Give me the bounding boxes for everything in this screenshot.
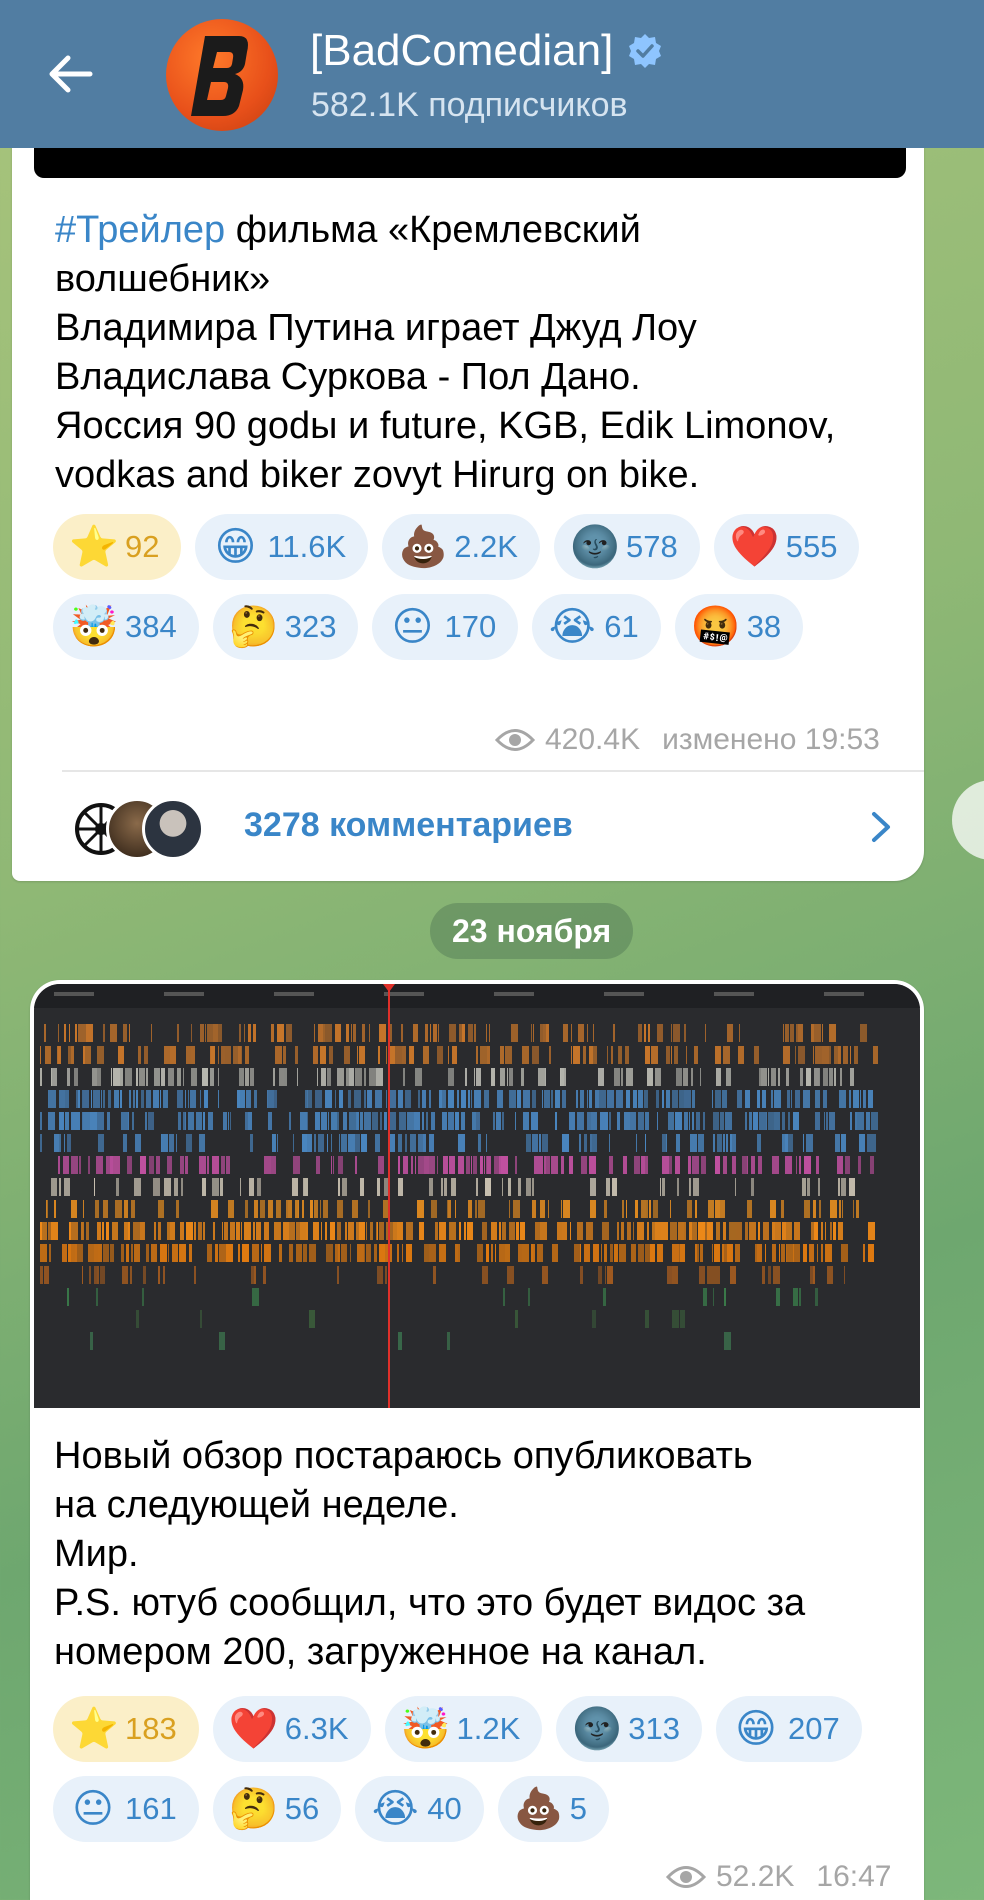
reaction-count: 1.2K [456,1711,521,1746]
reaction-chip[interactable]: 😐 161 [53,1776,199,1842]
reaction-emoji-icon: 😭 [548,605,596,649]
reaction-chip[interactable]: 😐 170 [372,594,519,660]
reaction-count: 313 [628,1711,681,1746]
reaction-count: 38 [746,609,782,644]
views-count: 52.2K [716,1860,795,1893]
comments-button[interactable]: 3278 комментариев [12,772,924,880]
reaction-emoji-icon: 💩 [513,1787,564,1831]
reaction-count: 6.3K [284,1711,349,1746]
reaction-count: 40 [427,1791,462,1826]
hashtag-link[interactable]: #Трейлер [55,209,225,251]
reaction-chip[interactable]: 😁 11.6K [195,514,369,580]
reaction-chip[interactable]: 🌚 313 [556,1696,703,1762]
reaction-chip[interactable]: 😁 207 [716,1696,862,1762]
reaction-chip[interactable]: 🤯 384 [53,594,199,660]
message-time: 16:47 [816,1860,892,1893]
subscriber-count: 582.1K подписчиков [311,86,628,124]
reaction-emoji-icon: 🤔 [228,605,279,649]
verified-badge-icon [629,34,662,68]
reaction-count: 323 [284,609,337,644]
commenter-avatars [70,798,204,860]
channel-title[interactable]: [BadComedian] [310,26,663,76]
reaction-chip[interactable]: ⭐ 92 [53,514,182,580]
reaction-count: 5 [569,1791,587,1826]
reaction-chip[interactable]: 🌚 578 [553,514,700,580]
reaction-count: 183 [125,1711,177,1746]
reaction-emoji-icon: 🤬 [690,605,741,649]
date-separator: 23 ноября [430,903,634,959]
message-bubble-trailer: #Трейлер фильма «Кремлевский волшебник» … [12,118,924,881]
reaction-chip[interactable]: ⭐ 183 [53,1696,199,1762]
editing-timeline-image[interactable] [34,984,920,1408]
reaction-count: 61 [604,609,639,644]
reaction-count: 578 [625,529,678,564]
channel-name: [BadComedian] [310,26,614,75]
comments-count: 3278 комментариев [244,806,573,844]
reaction-count: 92 [125,529,160,564]
reaction-count: 555 [785,529,838,564]
reaction-chip[interactable]: 💩 5 [497,1776,609,1842]
video-preview[interactable] [34,148,906,178]
reactions-bar: ⭐ 92 😁 11.6K 💩 2.2K 🌚 578 ❤️ 555 🤯 384 🤔 323 😐 170 😭 61 🤬 3… [53,514,913,660]
message-meta: 420.4K изменено 19:53 [495,723,880,757]
views-eye-icon [495,729,535,751]
reaction-chip[interactable]: 🤯 1.2K [384,1696,543,1762]
reaction-emoji-icon: 😐 [72,1787,114,1831]
reaction-emoji-icon: 🤯 [400,1707,451,1751]
reaction-chip[interactable]: 🤔 323 [212,594,359,660]
reaction-count: 56 [284,1791,320,1826]
message-text: #Трейлер фильма «Кремлевский волшебник» … [55,209,836,496]
avatar [142,798,204,860]
views-eye-icon [666,1866,706,1888]
reaction-count: 207 [788,1711,840,1746]
message-meta: 52.2K 16:47 [666,1860,891,1894]
channel-avatar[interactable] [166,19,278,131]
reaction-emoji-icon: ⭐ [69,1707,119,1751]
reaction-chip[interactable]: 💩 2.2K [382,514,540,580]
chevron-right-icon [872,812,890,842]
channel-logo-icon [191,36,248,116]
message-text: Новый обзор постараюсь опубликовать на с… [54,1435,806,1673]
back-button[interactable] [40,44,100,104]
reaction-count: 2.2K [454,529,518,564]
reaction-emoji-icon: 🤯 [69,605,119,649]
reaction-emoji-icon: 🌚 [569,525,620,569]
reaction-count: 11.6K [267,529,347,564]
reaction-emoji-icon: 🌚 [572,1707,623,1751]
reactions-bar: ⭐ 183 ❤️ 6.3K 🤯 1.2K 🌚 313 😁 207 😐 161 🤔 56 😭 40 💩 5 [53,1696,913,1842]
reaction-chip[interactable]: 🤔 56 [212,1776,342,1842]
reaction-count: 384 [125,609,177,644]
reaction-emoji-icon: ❤️ [729,525,780,569]
reaction-emoji-icon: 😁 [735,1707,777,1751]
views-count: 420.4K [545,723,641,756]
reaction-chip[interactable]: ❤️ 555 [713,514,860,580]
reaction-emoji-icon: ⭐ [69,525,119,569]
reaction-emoji-icon: ❤️ [228,1707,279,1751]
back-arrow-icon [49,55,93,93]
edited-time: изменено 19:53 [662,723,880,756]
reaction-chip[interactable]: 🤬 38 [674,594,804,660]
channel-header: [BadComedian] 582.1K подписчиков [0,0,984,148]
message-bubble-review: Новый обзор постараюсь опубликовать на с… [30,980,924,1900]
reaction-count: 170 [444,609,497,644]
reaction-emoji-icon: 😐 [391,605,434,649]
reaction-chip[interactable]: 😭 40 [355,1776,484,1842]
reaction-emoji-icon: 😭 [371,1787,419,1831]
reaction-emoji-icon: 💩 [398,525,449,569]
reaction-count: 161 [125,1791,177,1826]
timeline-picture [34,984,920,1408]
reaction-emoji-icon: 😁 [214,525,257,569]
reaction-chip[interactable]: ❤️ 6.3K [212,1696,371,1762]
reaction-chip[interactable]: 😭 61 [532,594,661,660]
reaction-emoji-icon: 🤔 [228,1787,279,1831]
